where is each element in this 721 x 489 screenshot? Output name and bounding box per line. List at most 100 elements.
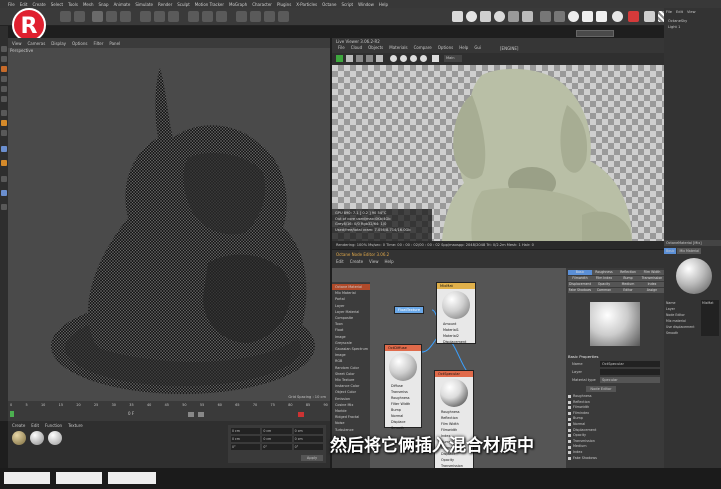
timeline-ruler[interactable]: 0 5 10 15 20 25 30 35 40 45 50 55 60 65 70 75 80 85 90 xyxy=(10,403,328,409)
node-editor-button[interactable]: Node Editor xyxy=(586,386,616,392)
menu-item[interactable]: Animate xyxy=(114,2,131,7)
attribute-tab[interactable]: Opacity xyxy=(592,282,616,287)
viewport-menu-item[interactable]: Filter xyxy=(93,41,103,46)
viewport-menu-item[interactable]: Display xyxy=(51,41,66,46)
lock-icon[interactable] xyxy=(1,176,7,182)
material-type-select[interactable]: Specular xyxy=(600,377,660,383)
attribute-tab[interactable]: Displacement xyxy=(568,282,592,287)
rotate-icon[interactable] xyxy=(120,11,131,22)
material-menu-item[interactable]: Edit xyxy=(31,423,39,428)
record-key-icon[interactable] xyxy=(298,412,304,417)
workplane-icon[interactable] xyxy=(1,130,7,136)
menu-item[interactable]: Window xyxy=(358,2,374,7)
live-viewer-menu-item[interactable]: Materials xyxy=(389,45,407,53)
attribute-tab[interactable]: Common xyxy=(592,288,616,293)
viewport-menu-item[interactable]: View xyxy=(12,41,22,46)
attribute-tab[interactable]: Filmwidth xyxy=(568,276,592,281)
material-ball-1[interactable] xyxy=(12,431,26,445)
attribute-tab[interactable]: Editor xyxy=(616,288,640,293)
menu-item[interactable]: Snap xyxy=(98,2,108,7)
live-viewer-menu-item[interactable]: Compare xyxy=(414,45,432,53)
texture-icon[interactable] xyxy=(522,11,533,22)
object-menu-item[interactable]: View xyxy=(687,10,696,14)
object-mode-icon[interactable] xyxy=(1,56,7,62)
sky-icon[interactable] xyxy=(480,11,491,22)
checkbox[interactable] xyxy=(568,395,571,399)
layer-icon[interactable] xyxy=(1,190,7,196)
menu-item[interactable]: Motion Tracker xyxy=(195,2,224,7)
grid-icon[interactable] xyxy=(554,11,565,22)
coordinate-field[interactable]: 0 cm xyxy=(262,428,292,434)
node-editor-menu-item[interactable]: Help xyxy=(385,259,394,264)
node-editor-menu-item[interactable]: Create xyxy=(350,259,363,264)
env-icon[interactable] xyxy=(582,11,593,22)
z-axis-icon[interactable] xyxy=(168,11,179,22)
mix-material-node[interactable]: MixMat Amount Material1 Material2 Displacem… xyxy=(436,282,476,344)
attribute-tab[interactable]: Transmission xyxy=(640,276,664,281)
edges-mode-icon[interactable] xyxy=(1,86,7,92)
menu-item[interactable]: Create xyxy=(32,2,45,7)
light-icon[interactable] xyxy=(494,11,505,22)
taskbar-item-1[interactable] xyxy=(4,472,50,484)
record-icon[interactable] xyxy=(628,11,639,22)
x-axis-icon[interactable] xyxy=(140,11,151,22)
pick-material-icon[interactable] xyxy=(390,55,397,62)
attribute-tab[interactable]: Index xyxy=(640,282,664,287)
attribute-tab[interactable]: Mix Material xyxy=(677,248,701,254)
region-icon[interactable] xyxy=(420,55,427,62)
coordinate-field[interactable]: 0° xyxy=(293,444,323,450)
cube-icon[interactable] xyxy=(236,11,247,22)
apply-button[interactable]: Apply xyxy=(301,455,323,461)
checkbox[interactable] xyxy=(568,428,571,432)
name-field[interactable]: OctSpecular xyxy=(600,361,660,367)
attribute-tab[interactable]: Assign xyxy=(640,288,664,293)
menu-item[interactable]: Sculpt xyxy=(177,2,190,7)
array-icon[interactable] xyxy=(278,11,289,22)
render-picture-icon[interactable] xyxy=(202,11,213,22)
menu-item[interactable]: Script xyxy=(342,2,354,7)
sphere-icon[interactable] xyxy=(466,11,477,22)
diffuse-material-node[interactable]: OctDiffuse Diffuse Transmiss Roughness Filt… xyxy=(384,344,422,430)
checkbox[interactable] xyxy=(568,456,571,460)
material-menu-item[interactable]: Create xyxy=(12,423,25,428)
menu-item[interactable]: Mesh xyxy=(83,2,94,7)
viewport-menu-item[interactable]: Panel xyxy=(109,41,120,46)
checkbox[interactable] xyxy=(568,434,571,438)
menu-item[interactable]: Edit xyxy=(20,2,28,7)
attribute-tab[interactable]: Film Index xyxy=(592,276,616,281)
float-texture-node[interactable]: FloatTexture xyxy=(394,306,424,314)
live-viewer-menu-item[interactable]: Gui xyxy=(474,45,481,53)
menu-item[interactable]: Select xyxy=(51,2,63,7)
object-item[interactable]: Light 1 xyxy=(668,24,717,30)
coordinate-field[interactable]: 0 cm xyxy=(231,436,261,442)
pick-white-balance-icon[interactable] xyxy=(410,55,417,62)
lock-resolution-icon[interactable] xyxy=(432,55,439,62)
start-render-icon[interactable] xyxy=(336,55,343,62)
menu-item[interactable]: File xyxy=(8,2,15,7)
material-ball-2[interactable] xyxy=(30,431,44,445)
live-viewer-menu-item[interactable]: Objects xyxy=(368,45,383,53)
layer-field[interactable] xyxy=(600,369,660,375)
material-menu-item[interactable]: Function xyxy=(45,423,62,428)
material-ball-icon[interactable] xyxy=(568,11,579,22)
menu-item[interactable]: Plugins xyxy=(277,2,291,7)
save-image-icon[interactable] xyxy=(376,55,383,62)
snap-icon[interactable] xyxy=(1,120,7,126)
gradient-icon[interactable] xyxy=(644,11,655,22)
play-icon[interactable] xyxy=(188,412,194,417)
timeline[interactable]: 0 5 10 15 20 25 30 35 40 45 50 55 60 65 70 75 80 85 90 0 F xyxy=(8,401,330,421)
settings-icon[interactable] xyxy=(540,11,551,22)
perspective-viewport[interactable]: Grid Spacing : 10 cm xyxy=(8,48,330,401)
attribute-tab[interactable]: Basic xyxy=(568,270,592,275)
material-menu-item[interactable]: Texture xyxy=(68,423,83,428)
menu-item[interactable]: Tools xyxy=(68,2,78,7)
undo-icon[interactable] xyxy=(60,11,71,22)
model-mode-icon[interactable] xyxy=(1,46,7,52)
axis-mode-icon[interactable] xyxy=(1,110,7,116)
checkbox[interactable] xyxy=(568,406,571,410)
menu-item[interactable]: Render xyxy=(158,2,172,7)
points-mode-icon[interactable] xyxy=(1,76,7,82)
object-menu-item[interactable]: File xyxy=(666,10,672,14)
move-icon[interactable] xyxy=(92,11,103,22)
viewport-menu-item[interactable]: Cameras xyxy=(28,41,46,46)
